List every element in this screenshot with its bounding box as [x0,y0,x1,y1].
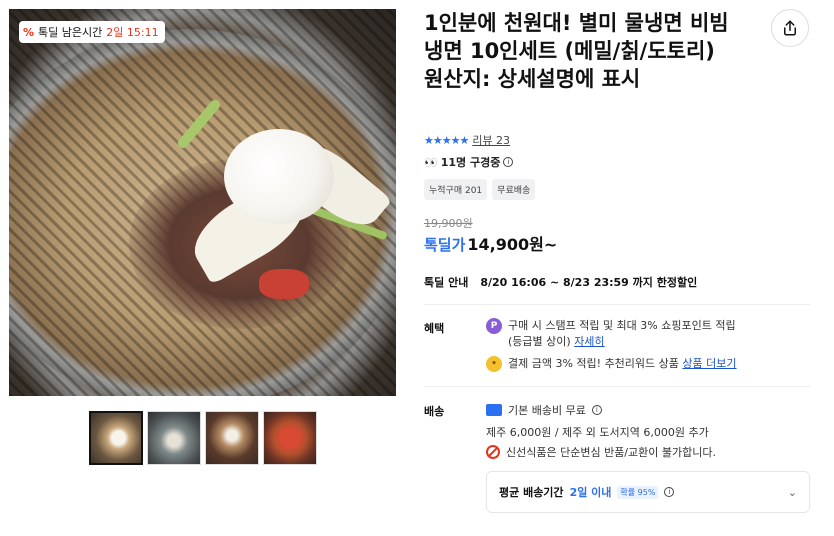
truck-icon [486,404,502,416]
tag-purchase-count: 누적구매 201 [424,179,488,200]
benefit-stamp-text: 구매 시 스탬프 적립 및 최대 3% 쇼핑포인트 적립 (등급별 상이) 자세… [508,319,736,348]
thumbnail-3[interactable] [205,411,259,465]
review-link[interactable]: 리뷰 23 [472,132,510,148]
divider [424,386,810,387]
percent-icon: % [23,25,35,39]
reward-coin-icon: • [486,356,502,372]
thumbnail-2[interactable] [147,411,201,465]
price-label: 톡딜가 [424,236,466,254]
benefits-label: 혜택 [424,322,445,335]
deal-timer-badge: % 톡딜 남은시간 2일 15:11 [19,21,165,43]
shipping-extra-text: 제주 6,000원 / 제주 외 도서지역 6,000원 추가 [486,426,709,439]
info-icon[interactable]: i [591,405,602,415]
egg-illustration [224,129,334,224]
point-coin-icon: P [486,318,502,334]
product-title: 1인분에 천원대! 별미 물냉면 비빔냉면 10인세트 (메밀/칡/도토리) 원… [424,11,729,91]
main-product-image[interactable] [9,9,396,396]
delivery-period-dropdown[interactable]: 평균 배송기간 2일 이내 확률 95% i ⌄ [486,471,810,513]
rating-row: ★★★★★ 리뷰 23 [424,132,510,148]
thumbnail-strip [89,411,317,465]
star-rating: ★★★★★ [424,133,469,147]
benefit-reward-text: 결제 금액 3% 적립! 추천리워드 상품 상품 더보기 [508,357,737,370]
no-return-icon [486,445,500,459]
eyes-icon: 👀 [424,155,438,169]
chevron-down-icon: ⌄ [787,485,797,499]
delivery-period-days: 2일 이내 [569,486,612,499]
shipping-base-row: 기본 배송비 무료 i [486,402,602,418]
thumbnail-4[interactable] [263,411,317,465]
shipping-base-text: 기본 배송비 무료 [508,404,586,417]
viewers-row: 👀 11명 구경중 i [424,154,514,170]
shipping-label: 배송 [424,405,445,418]
viewers-count: 11명 구경중 [440,156,501,169]
chili-illustration [259,269,309,299]
original-price: 19,900원 [424,217,473,230]
shipping-notice-text: 신선식품은 단순변심 반품/교환이 불가합니다. [506,446,716,459]
timer-remaining: 2일 15:11 [106,26,159,39]
info-icon[interactable]: i [664,487,675,497]
tag-list: 누적구매 201 무료배송 [424,179,536,200]
delivery-probability-badge: 확률 95% [617,485,659,499]
thumbnail-1[interactable] [89,411,143,465]
benefit-stamp: P 구매 시 스탬프 적립 및 최대 3% 쇼핑포인트 적립 (등급별 상이) … [486,318,736,350]
price-row: 톡딜가 14,900원~ [424,231,557,255]
deal-label: 톡딜 안내 [424,276,469,289]
deal-period: 8/20 16:06 ~ 8/23 23:59 까지 한정할인 [480,276,698,289]
info-icon[interactable]: i [503,157,514,167]
more-products-link[interactable]: 상품 더보기 [682,357,736,370]
price-value: 14,900원~ [467,235,558,254]
benefit-reward: • 결제 금액 3% 적립! 추천리워드 상품 상품 더보기 [486,356,737,372]
tag-free-shipping: 무료배송 [492,179,536,200]
share-icon [784,20,796,36]
share-button[interactable] [771,9,809,47]
divider [424,304,810,305]
deal-info-row: 톡딜 안내 8/20 16:06 ~ 8/23 23:59 까지 한정할인 [424,274,697,290]
delivery-period-label: 평균 배송기간 [499,486,564,499]
timer-label: 톡딜 남은시간 [38,26,103,39]
benefit-detail-link[interactable]: 자세히 [574,335,604,348]
shipping-extra-row: 제주 6,000원 / 제주 외 도서지역 6,000원 추가 [486,424,709,440]
shipping-notice-row: 신선식품은 단순변심 반품/교환이 불가합니다. [486,444,716,460]
